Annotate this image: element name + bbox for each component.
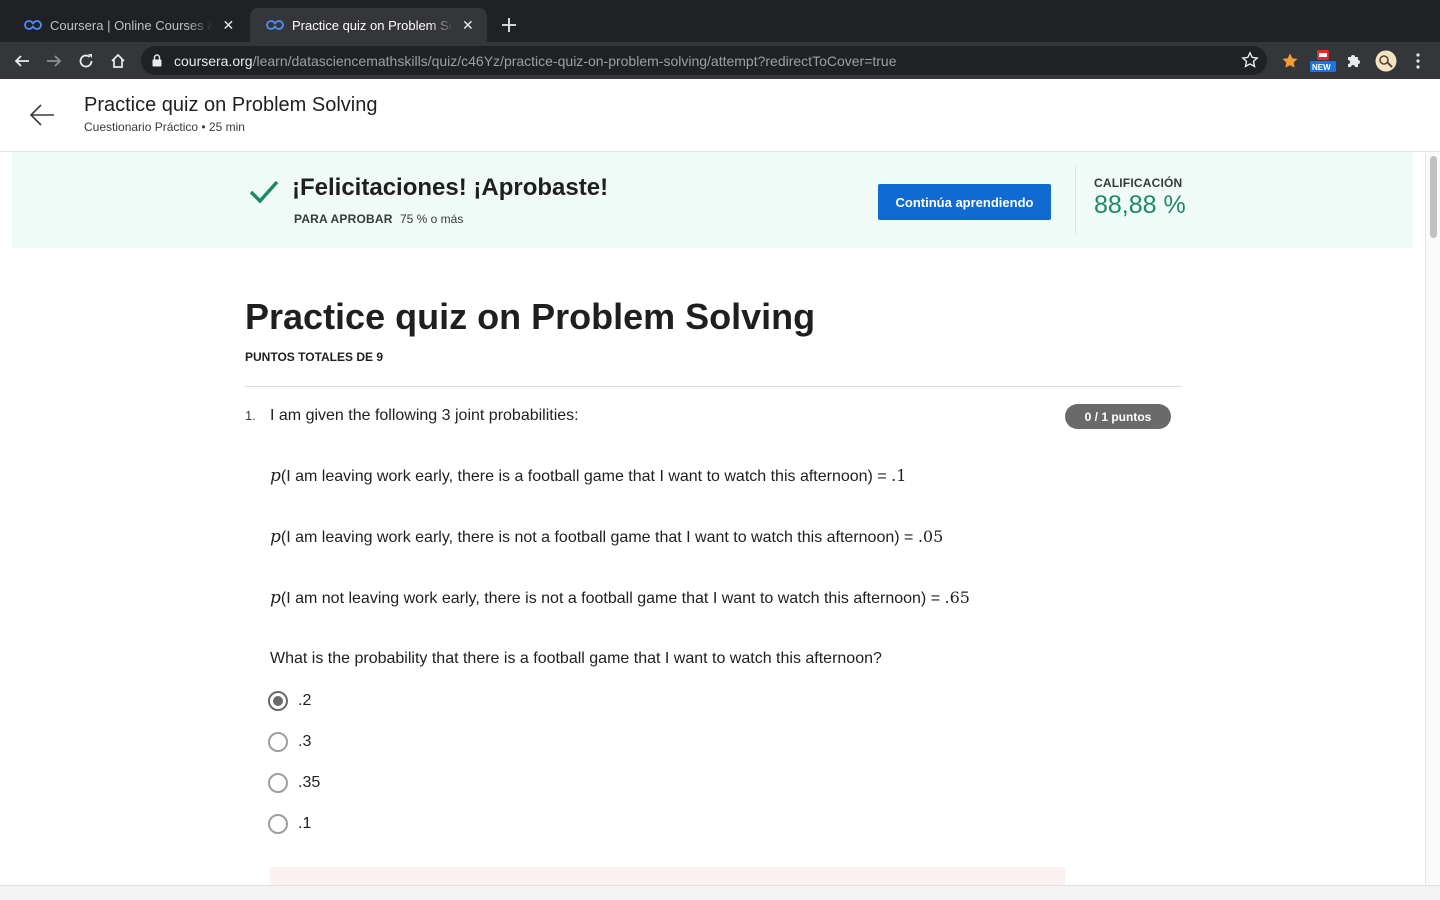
pass-banner: ¡Felicitaciones! ¡Aprobaste! PARA APROBA… <box>12 152 1413 248</box>
browser-tab-bar: Coursera | Online Courses & Credentials … <box>0 0 1440 42</box>
question-text: I am given the following 3 joint probabi… <box>270 407 579 424</box>
radio-button[interactable] <box>268 814 288 834</box>
question-prompt: What is the probability that there is a … <box>270 650 882 667</box>
vertical-scrollbar[interactable] <box>1425 152 1440 885</box>
answer-option-label: .1 <box>298 815 312 832</box>
quiz-title: Practice quiz on Problem Solving <box>245 296 816 337</box>
probability-statement: p(I am leaving work early, there is not … <box>270 527 944 547</box>
probability-statement: p(I am not leaving work early, there is … <box>270 588 970 608</box>
coursera-favicon-icon <box>266 16 284 34</box>
reload-icon[interactable] <box>74 49 98 73</box>
coursera-favicon-icon <box>24 16 42 34</box>
continue-learning-button[interactable]: Continúa aprendiendo <box>878 184 1051 220</box>
grade-label: CALIFICACIÓN <box>1094 176 1183 190</box>
profile-avatar[interactable] <box>1375 50 1397 72</box>
close-tab-icon[interactable]: ✕ <box>459 15 477 35</box>
tab-coursera-home[interactable]: Coursera | Online Courses & Credentials … <box>8 8 248 42</box>
answer-option-label: .3 <box>298 733 312 750</box>
answer-option[interactable]: .1 <box>268 814 311 834</box>
tab-practice-quiz[interactable]: Practice quiz on Problem Solving ✕ <box>250 8 487 42</box>
address-bar[interactable]: coursera.org/learn/datasciencemathskills… <box>141 46 1267 75</box>
page-subtitle: Cuestionario Práctico • 25 min <box>84 120 245 134</box>
back-icon[interactable] <box>10 49 34 73</box>
checkmark-icon <box>248 178 280 206</box>
pass-requirement: PARA APROBAR 75 % o más <box>294 212 464 226</box>
answer-option-label: .2 <box>298 692 312 709</box>
extensions-puzzle-icon[interactable] <box>1343 50 1365 72</box>
answer-option[interactable]: .35 <box>268 773 320 793</box>
scrollbar-thumb[interactable] <box>1430 156 1437 238</box>
horizontal-scrollbar[interactable] <box>0 885 1440 900</box>
grade-value: 88,88 % <box>1094 191 1186 219</box>
radio-button[interactable] <box>268 732 288 752</box>
browser-toolbar: coursera.org/learn/datasciencemathskills… <box>0 42 1440 79</box>
question-number: 1. <box>245 408 256 423</box>
page-title: Practice quiz on Problem Solving <box>84 94 378 116</box>
congrats-heading: ¡Felicitaciones! ¡Aprobaste! <box>292 174 609 201</box>
answer-option[interactable]: .3 <box>268 732 311 752</box>
radio-button-selected[interactable] <box>268 691 288 711</box>
page-header: Practice quiz on Problem Solving Cuestio… <box>0 79 1440 152</box>
url-text: coursera.org/learn/datasciencemathskills… <box>174 52 897 69</box>
divider <box>1075 166 1076 234</box>
probability-statement: p(I am leaving work early, there is a fo… <box>270 466 907 486</box>
close-tab-icon[interactable]: ✕ <box>219 15 238 35</box>
extension-new-icon[interactable]: NEW <box>1309 50 1337 72</box>
new-tab-icon[interactable] <box>498 14 520 36</box>
extension-star-icon[interactable] <box>1279 50 1301 72</box>
lock-icon[interactable] <box>152 54 164 68</box>
tab-title: Coursera | Online Courses & Credentials … <box>50 17 213 33</box>
answer-option[interactable]: .2 <box>268 691 311 711</box>
incorrect-feedback-box <box>270 867 1065 885</box>
home-icon[interactable] <box>106 49 130 73</box>
tab-title: Practice quiz on Problem Solving <box>292 17 453 33</box>
back-arrow-icon[interactable] <box>28 101 56 129</box>
bookmark-star-icon[interactable] <box>1241 51 1259 69</box>
browser-menu-icon[interactable] <box>1407 50 1429 72</box>
divider <box>245 386 1181 387</box>
radio-button[interactable] <box>268 773 288 793</box>
total-points: PUNTOS TOTALES DE 9 <box>245 350 384 364</box>
question-points-badge: 0 / 1 puntos <box>1065 404 1171 429</box>
forward-icon[interactable] <box>42 49 66 73</box>
answer-option-label: .35 <box>298 774 321 791</box>
new-badge-label: NEW <box>1312 63 1331 72</box>
